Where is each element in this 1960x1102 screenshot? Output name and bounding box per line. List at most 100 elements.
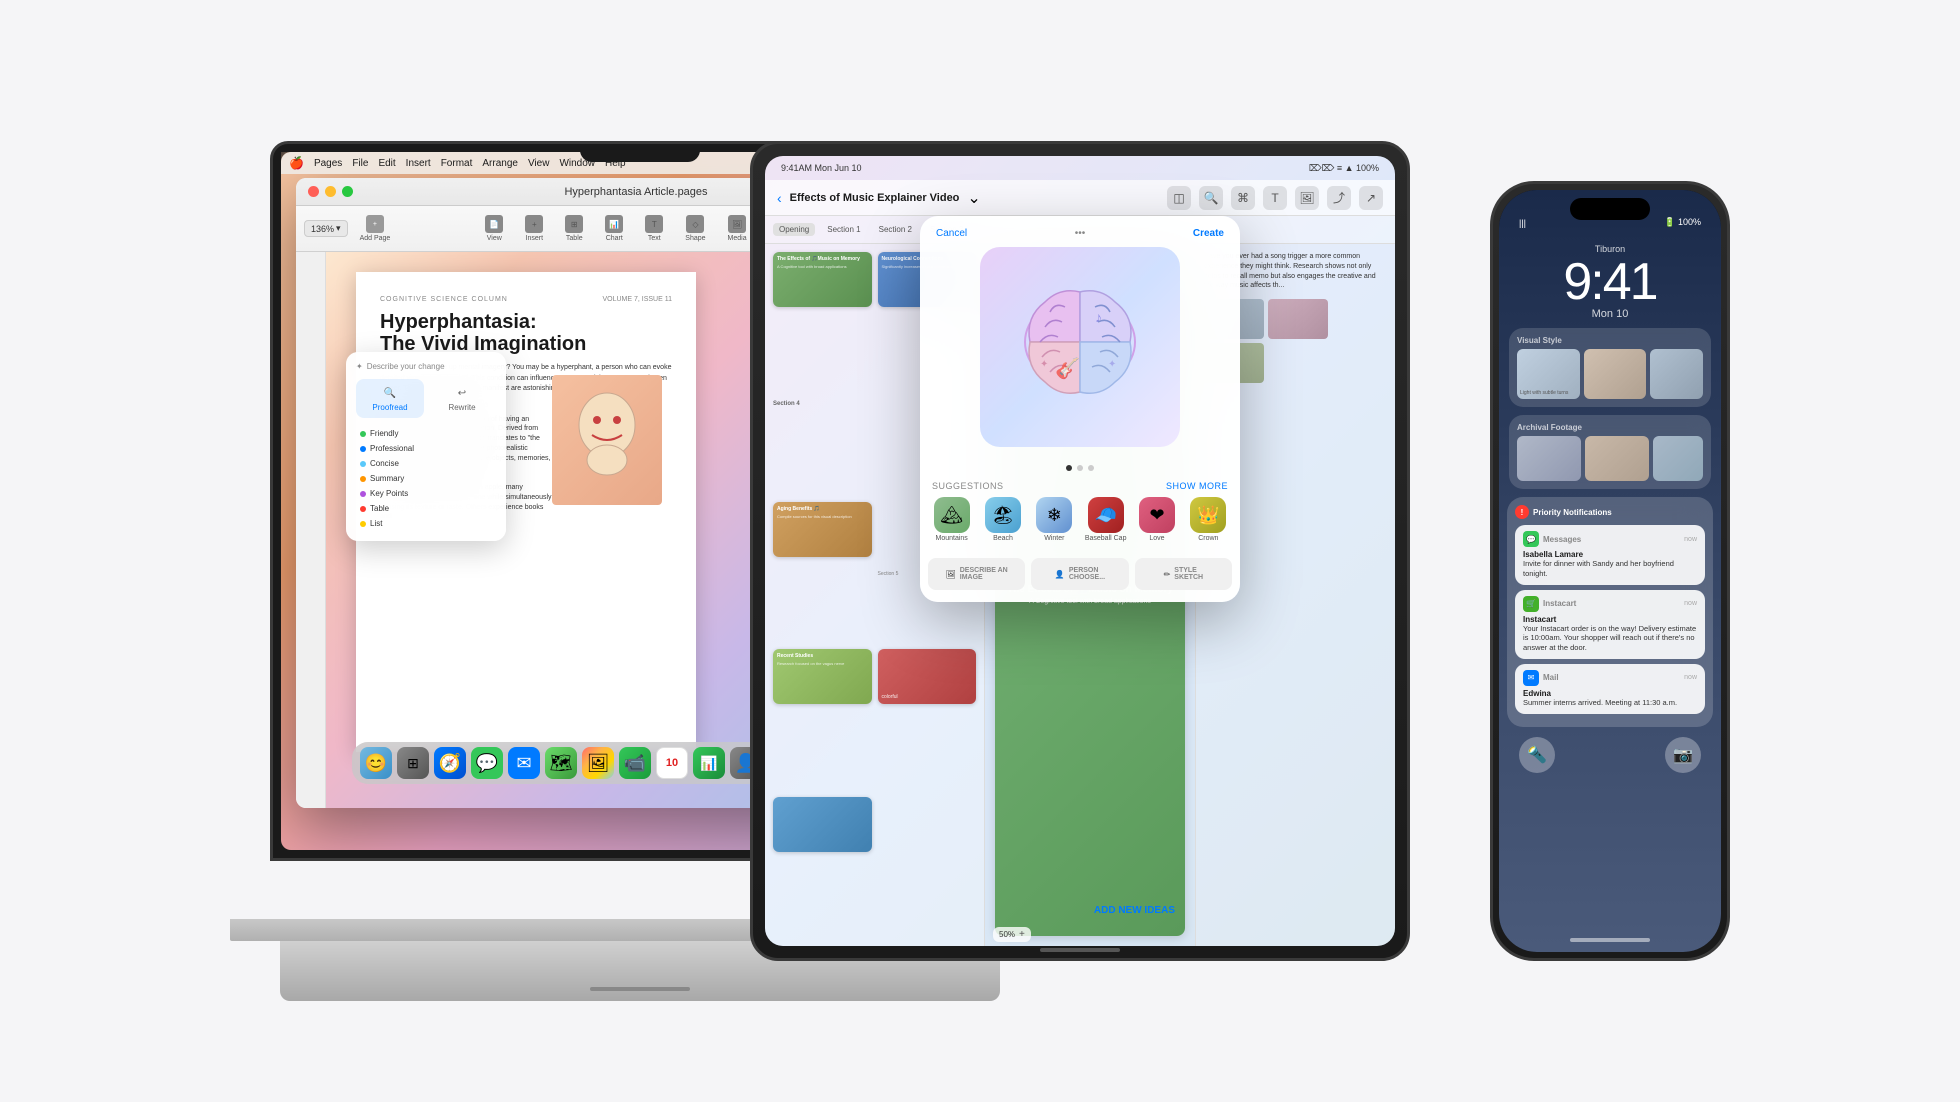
suggestion-baseball[interactable]: 🧢 Baseball Cap: [1082, 497, 1129, 542]
svg-text:✦: ✦: [1108, 359, 1116, 370]
suggestion-crown[interactable]: 👑 Crown: [1185, 497, 1232, 542]
camera-button[interactable]: 📷: [1665, 737, 1701, 773]
head-svg: [557, 380, 657, 500]
show-more-button[interactable]: SHOW MORE: [1166, 481, 1228, 491]
fullscreen-button[interactable]: [342, 186, 353, 197]
menu-pages[interactable]: Pages: [314, 158, 342, 169]
table-dot-icon: [360, 506, 366, 512]
ipad-tool-1[interactable]: ◫: [1167, 186, 1191, 210]
mountains-icon: 🏔: [934, 497, 970, 533]
wt-list-item-professional[interactable]: Professional: [356, 441, 496, 456]
toolbar-media[interactable]: 🖼 Media: [724, 213, 751, 244]
menu-edit[interactable]: Edit: [378, 158, 395, 169]
back-chevron-icon[interactable]: ‹: [777, 190, 782, 206]
person-choose-button[interactable]: 👤 PERSON CHOOSE...: [1031, 558, 1128, 590]
menu-file[interactable]: File: [352, 158, 368, 169]
pages-sidebar: [296, 252, 326, 808]
dialog-cancel-button[interactable]: Cancel: [936, 228, 967, 239]
toolbar-table[interactable]: ⊞ Table: [561, 213, 587, 244]
dialog-options-icon[interactable]: •••: [1075, 228, 1086, 239]
dialog-image-preview: 🎸 ♪ ✦ ✦: [980, 247, 1180, 447]
suggestion-winter[interactable]: ❄ Winter: [1031, 497, 1078, 542]
wt-list-item-keypoints[interactable]: Key Points: [356, 486, 496, 501]
menu-view[interactable]: View: [528, 158, 550, 169]
ipad-tool-2[interactable]: 🔍: [1199, 186, 1223, 210]
wt-list-item-table[interactable]: Table: [356, 501, 496, 516]
wt-proofread-button[interactable]: 🔍 Proofread: [356, 379, 424, 418]
person-label-top: PERSON: [1069, 567, 1099, 574]
notification-2: 🛒 Instacart now Instacart Your Instacart…: [1515, 590, 1705, 659]
dock-photos[interactable]: 🖼: [582, 747, 614, 779]
suggestion-mountains[interactable]: 🏔 Mountains: [928, 497, 975, 542]
writing-tools-buttons: 🔍 Proofread ↩ Rewrite: [356, 379, 496, 418]
zoom-chevron-icon: ▾: [336, 223, 341, 234]
iphone: ||| 🔋 100% Tiburon 9:41 Mon 10 Visual St…: [1490, 181, 1730, 961]
ipad-toolbar-icons: ◫ 🔍 ⌘ T 🖼 ⤴ ↗: [1167, 186, 1383, 210]
dialog-bottom-buttons: 🖼 DESCRIBE AN IMAGE 👤 PERSON: [920, 552, 1240, 602]
baseball-label: Baseball Cap: [1085, 535, 1127, 542]
ipad-tool-5[interactable]: 🖼: [1295, 186, 1319, 210]
menu-insert[interactable]: Insert: [406, 158, 431, 169]
ipad-tool-4[interactable]: T: [1263, 186, 1287, 210]
visual-thumb-2: [1584, 349, 1646, 399]
dock-mail[interactable]: ✉: [508, 747, 540, 779]
media-icon: 🖼: [728, 215, 746, 233]
suggestion-love[interactable]: ❤ Love: [1133, 497, 1180, 542]
wt-list-item-friendly[interactable]: Friendly: [356, 426, 496, 441]
menu-format[interactable]: Format: [441, 158, 473, 169]
dock-safari[interactable]: 🧭: [434, 747, 466, 779]
toolbar-chart[interactable]: 📊 Chart: [601, 213, 627, 244]
wt-list-item-summary[interactable]: Summary: [356, 471, 496, 486]
dock-finder[interactable]: 😊: [360, 747, 392, 779]
style-sketch-button[interactable]: ✏ STYLE SKETCH: [1135, 558, 1232, 590]
professional-dot-icon: [360, 446, 366, 452]
zoom-in-button[interactable]: +: [1019, 929, 1025, 940]
notif-2-time: now: [1684, 600, 1697, 607]
zoom-control[interactable]: 136% ▾: [304, 220, 348, 237]
toolbar-view[interactable]: 📄 View: [481, 213, 507, 244]
slide-6[interactable]: [773, 797, 872, 852]
section-1[interactable]: Section 1: [821, 223, 866, 236]
person-icon: 👤: [1055, 570, 1065, 579]
dock-maps[interactable]: 🗺: [545, 747, 577, 779]
wt-list-item-concise[interactable]: Concise: [356, 456, 496, 471]
flashlight-button[interactable]: 🔦: [1519, 737, 1555, 773]
wt-rewrite-button[interactable]: ↩ Rewrite: [428, 379, 496, 418]
iphone-screen: ||| 🔋 100% Tiburon 9:41 Mon 10 Visual St…: [1499, 190, 1721, 952]
wt-rewrite-label: Rewrite: [448, 403, 475, 412]
suggestion-beach[interactable]: 🏖 Beach: [979, 497, 1026, 542]
baseball-icon: 🧢: [1088, 497, 1124, 533]
dock-messages[interactable]: 💬: [471, 747, 503, 779]
zoom-value: 136%: [311, 224, 334, 234]
dialog-create-button[interactable]: Create: [1193, 228, 1224, 239]
minimize-button[interactable]: [325, 186, 336, 197]
archival-content: [1517, 436, 1703, 481]
ipad-tool-3[interactable]: ⌘: [1231, 186, 1255, 210]
menu-arrange[interactable]: Arrange: [482, 158, 518, 169]
toolbar-add-page[interactable]: + Add Page: [356, 213, 395, 244]
slide-4[interactable]: Recent Studies Research focused on the v…: [773, 649, 872, 704]
describe-image-button[interactable]: 🖼 DESCRIBE AN IMAGE: [928, 558, 1025, 590]
concise-dot-icon: [360, 461, 366, 467]
dot-1: [1066, 465, 1072, 471]
slide-1[interactable]: The Effects of 🎵Music on Memory A Cognit…: [773, 252, 872, 307]
dock-facetime[interactable]: 📹: [619, 747, 651, 779]
dock-calendar[interactable]: 10: [656, 747, 688, 779]
dock-numbers[interactable]: 📊: [693, 747, 725, 779]
dock-launchpad[interactable]: ⊞: [397, 747, 429, 779]
wt-list-item-list[interactable]: List: [356, 516, 496, 531]
visual-style-strip: Visual Style Light with subtle turns: [1509, 328, 1711, 407]
toolbar-text[interactable]: T Text: [641, 213, 667, 244]
ipad-share-btn[interactable]: ⤴: [1327, 186, 1351, 210]
slide-5[interactable]: colorful: [878, 649, 977, 704]
ipad-more-btn[interactable]: ↗: [1359, 186, 1383, 210]
section-2[interactable]: Section 2: [873, 223, 918, 236]
toolbar-shape[interactable]: ◇ Shape: [681, 213, 709, 244]
dot-3: [1088, 465, 1094, 471]
slide-3[interactable]: Aging Benefits 🎵 Compile sources for thi…: [773, 502, 872, 557]
visual-thumb-1: Light with subtle turns: [1517, 349, 1580, 399]
close-button[interactable]: [308, 186, 319, 197]
section-opening[interactable]: Opening: [773, 223, 815, 236]
toolbar-insert[interactable]: + Insert: [521, 213, 547, 244]
pages-document: COGNITIVE SCIENCE COLUMN VOLUME 7, ISSUE…: [326, 252, 776, 808]
